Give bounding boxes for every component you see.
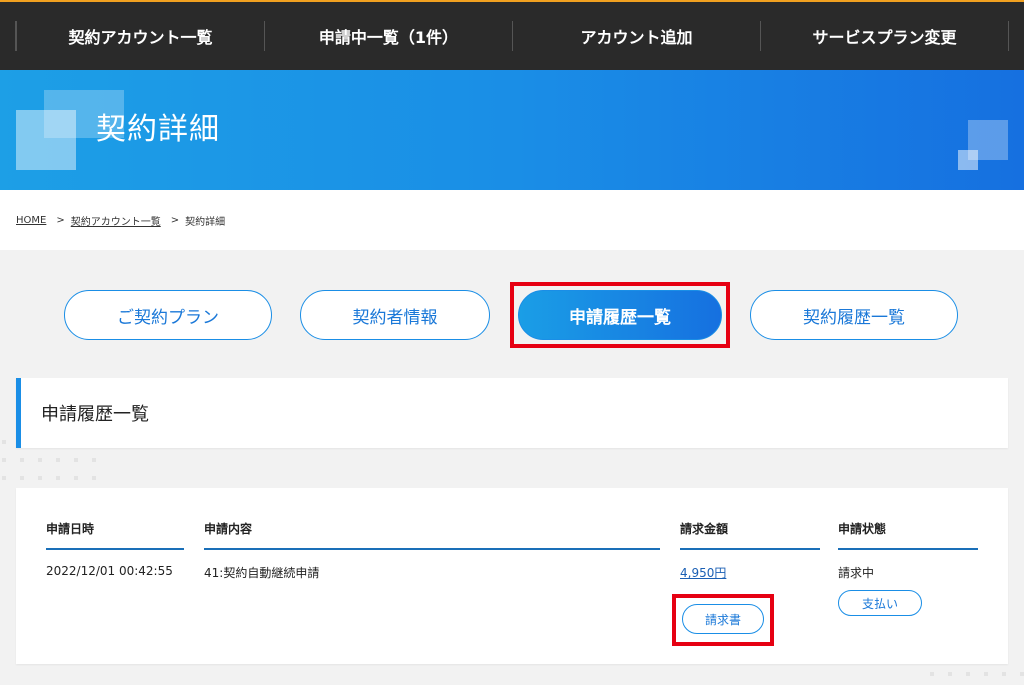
nav-divider [1008,21,1024,51]
nav-item-add-account[interactable]: アカウント追加 [512,21,760,51]
breadcrumb: HOME > 契約アカウント一覧 > 契約詳細 [0,190,1024,250]
page-title: 契約詳細 [96,112,220,147]
nav-divider [0,21,16,51]
cell-content: 41:契約自動継続申請 [204,566,320,580]
breadcrumb-separator: > [170,214,180,226]
nav-item-pending-requests[interactable]: 申請中一覧（1件） [264,21,512,51]
decor-square [16,110,76,170]
section-title: 申請履歴一覧 [41,404,149,425]
column-header-content: 申請内容 [204,520,660,550]
tab-contract-history[interactable]: 契約履歴一覧 [750,290,958,340]
hero-banner: 契約詳細 [0,70,1024,190]
amount-link[interactable]: 4,950円 [680,564,726,581]
breadcrumb-separator: > [56,214,65,226]
cell-date: 2022/12/01 00:42:55 [46,564,173,578]
breadcrumb-current: 契約詳細 [185,216,226,228]
nav-item-contract-accounts[interactable]: 契約アカウント一覧 [16,21,264,51]
column-header-status: 申請状態 [838,520,978,550]
highlight-box [510,282,730,348]
tab-contractor-info[interactable]: 契約者情報 [300,290,490,340]
column-header-date: 申請日時 [46,520,184,550]
top-nav: 契約アカウント一覧 申請中一覧（1件） アカウント追加 サービスプラン変更 [0,0,1024,70]
tab-contract-plan[interactable]: ご契約プラン [64,290,272,340]
cell-status: 請求中 [838,566,875,580]
pay-button[interactable]: 支払い [838,590,922,616]
nav-item-change-plan[interactable]: サービスプラン変更 [760,21,1008,51]
decor-square [958,150,978,170]
column-header-amount: 請求金額 [680,520,820,550]
section-header: 申請履歴一覧 [16,378,1008,448]
highlight-box [672,594,774,646]
request-history-table: 申請日時 申請内容 請求金額 申請状態 2022/12/01 00:42:55 … [16,488,1008,664]
breadcrumb-home-link[interactable]: HOME [16,215,46,226]
breadcrumb-accounts-link[interactable]: 契約アカウント一覧 [71,213,161,228]
